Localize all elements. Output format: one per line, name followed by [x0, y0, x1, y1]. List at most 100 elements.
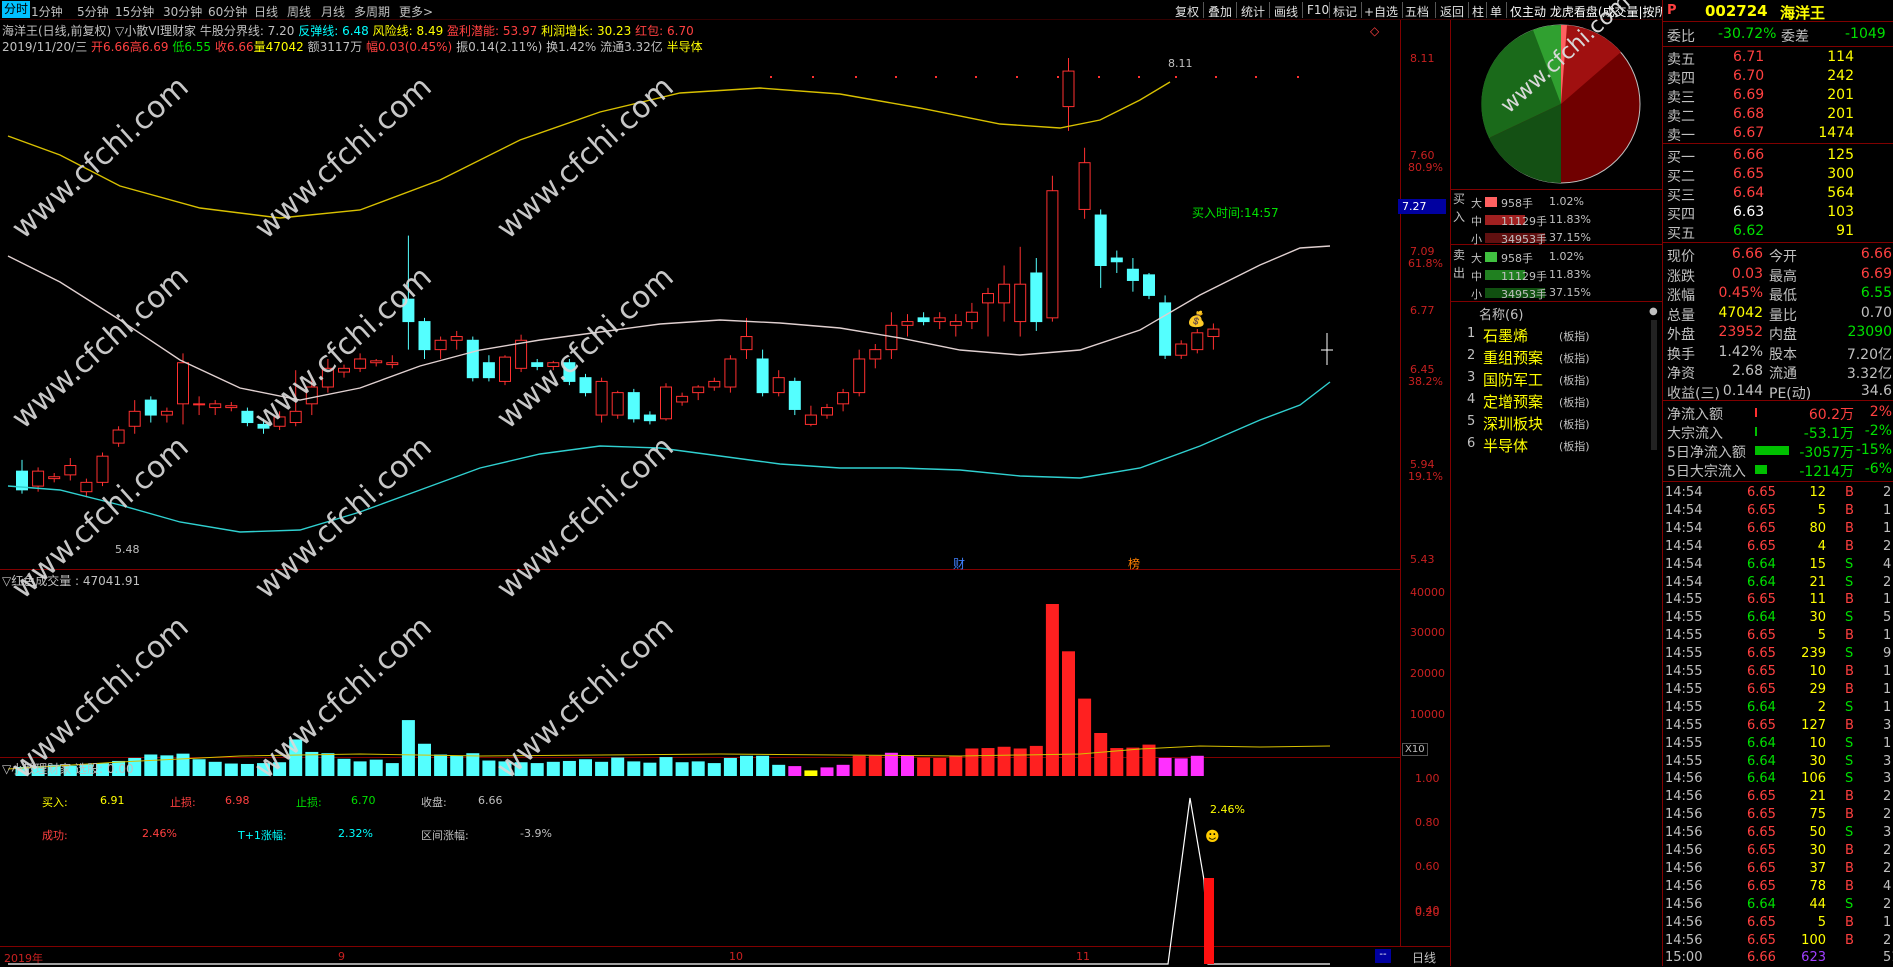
tick-time: 14:55 [1665, 753, 1703, 769]
tick-volume: 30 [1809, 610, 1826, 626]
volume-bar [852, 755, 866, 776]
stat-label: 量比 [1769, 307, 1797, 324]
weicha-label: 委差 [1781, 29, 1809, 45]
candle-body [144, 399, 157, 416]
tick-time: 14:55 [1665, 646, 1703, 662]
stat-label: 内盘 [1769, 327, 1797, 343]
tick-time: 14:55 [1665, 628, 1703, 644]
tab-fenshi[interactable]: 分时 [2, 1, 31, 18]
tab-weekly[interactable]: 周线 [287, 3, 311, 20]
ask-row[interactable]: 卖三 6.69 201 [1663, 86, 1893, 106]
tab-30min[interactable]: 30分钟 [163, 3, 202, 20]
indicator-signal-bar [1204, 878, 1214, 964]
stats-button[interactable]: 统计 [1241, 3, 1265, 20]
ask-row[interactable]: 卖一 6.67 1474 [1663, 124, 1893, 144]
overlay-button[interactable]: 叠加 [1208, 3, 1232, 20]
tick-volume: 5 [1817, 628, 1826, 644]
tab-60min[interactable]: 60分钟 [208, 3, 247, 20]
fund-flow-panel: www.cfchi.com 买入 卖出 大 958手 1.02% 中 11129手 11.… [1450, 0, 1663, 966]
f10-button[interactable]: F10 [1307, 3, 1329, 17]
period-label[interactable]: 日线 [1412, 949, 1436, 966]
tab-15min[interactable]: 15分钟 [115, 3, 154, 20]
candle-body [193, 403, 206, 406]
ask-row[interactable]: 卖四 6.70 242 [1663, 67, 1893, 87]
tick-volume: 239 [1801, 646, 1826, 662]
tick-row: 14:56 6.65 100 B 2 [1663, 932, 1893, 950]
concept-item[interactable]: 5 深圳板块 (板指) [1467, 413, 1647, 433]
weibi-value: -30.72% [1718, 26, 1777, 42]
concept-item[interactable]: 6 半导体 (板指) [1467, 435, 1647, 455]
tab-multi-period[interactable]: 多周期 [354, 3, 390, 20]
bid-price: 6.66 [1733, 147, 1765, 163]
fuquan-button[interactable]: 复权 [1175, 3, 1199, 20]
flow-size: 中 [1471, 215, 1482, 228]
tick-side: S [1845, 699, 1854, 715]
candle-body [724, 358, 737, 388]
bid-row[interactable]: 买四 6.63 103 [1663, 203, 1893, 223]
tick-count: 3 [1883, 753, 1892, 769]
volume-bar [1190, 755, 1204, 776]
concept-item[interactable]: 1 石墨烯 (板指) [1467, 325, 1647, 345]
finance-mark[interactable]: 财 [953, 555, 965, 572]
flow-size: 中 [1471, 270, 1482, 283]
five-level-button[interactable]: 五档 [1405, 3, 1429, 20]
bid-row[interactable]: 买一 6.66 125 [1663, 146, 1893, 166]
ask-price: 6.71 [1733, 49, 1765, 65]
candle-body [804, 414, 817, 425]
stat-value: 0.70 [1860, 304, 1892, 321]
bar-button[interactable]: 柱 [1472, 3, 1484, 20]
tick-count: 2 [1883, 932, 1892, 948]
volume-bar [562, 760, 576, 776]
stat-row: 收益(三) 0.144 PE(动) 34.6 [1663, 382, 1893, 402]
concept-item[interactable]: 4 定增预案 (板指) [1467, 391, 1647, 411]
bid-row[interactable]: 买五 6.62 91 [1663, 222, 1893, 242]
volume-bar [160, 755, 174, 776]
tab-1min[interactable]: 1分钟 [31, 3, 63, 20]
ask-row[interactable]: 卖二 6.68 201 [1663, 105, 1893, 125]
tick-count: 2 [1883, 807, 1892, 823]
price-tick: 6.77 [1410, 304, 1435, 317]
bid-row[interactable]: 买二 6.65 300 [1663, 165, 1893, 185]
add-watchlist-button[interactable]: +自选 [1364, 3, 1398, 20]
ask-row[interactable]: 卖五 6.71 114 [1663, 48, 1893, 68]
period-tab-bar: 分时 1分钟 5分钟 15分钟 30分钟 60分钟 日线 周线 月线 多周期 更… [0, 0, 1683, 20]
scroll-indicator[interactable]: -- [1375, 949, 1391, 963]
volume-bar [240, 763, 254, 776]
kline-chart-area[interactable]: 海洋王(日线,前复权) ▽小散VI理财家 牛股分界线: 7.20 反弹线: 6.… [0, 20, 1450, 966]
single-button[interactable]: 单 [1490, 3, 1502, 20]
back-button[interactable]: 返回 [1440, 3, 1464, 20]
draw-line-button[interactable]: 画线 [1274, 3, 1298, 20]
stat-value: 0.45% [1718, 285, 1763, 301]
ask-price: 6.68 [1733, 106, 1765, 122]
mark-button[interactable]: 标记 [1333, 3, 1357, 20]
candle-body [482, 362, 495, 379]
concept-item[interactable]: 3 国防军工 (板指) [1467, 369, 1647, 389]
tick-volume: 37 [1809, 860, 1826, 876]
candle-body [1030, 272, 1043, 323]
volume-bar [740, 755, 753, 776]
tick-price: 6.65 [1747, 592, 1776, 608]
volume-tick: 40000 [1410, 586, 1445, 599]
tick-side: B [1845, 860, 1854, 876]
flow-pct: 11.83% [1549, 213, 1591, 226]
volume-bar [1110, 748, 1124, 776]
tick-side: B [1845, 789, 1854, 805]
tick-row: 14:56 6.65 5 B 1 [1663, 914, 1893, 932]
concept-scrollbar[interactable] [1651, 320, 1657, 450]
tab-monthly[interactable]: 月线 [321, 3, 345, 20]
tick-row: 14:55 6.65 10 B 1 [1663, 663, 1893, 681]
tab-5min[interactable]: 5分钟 [77, 3, 109, 20]
flow-value: -53.1万 [1803, 426, 1854, 442]
volume-bar [1126, 747, 1140, 776]
bid-row[interactable]: 买三 6.64 564 [1663, 184, 1893, 204]
concept-item[interactable]: 2 重组预案 (板指) [1467, 347, 1647, 367]
rank-mark[interactable]: 榜 [1128, 555, 1140, 572]
tab-daily[interactable]: 日线 [254, 3, 278, 20]
candle-body [499, 356, 511, 382]
tab-more[interactable]: 更多> [399, 3, 433, 20]
diamond-icon[interactable]: ◇ [1370, 24, 1379, 38]
flow-indicator-bar [1755, 427, 1757, 436]
bid-price: 6.63 [1733, 204, 1765, 220]
stat-row: 换手 1.42% 股本 7.20亿 [1663, 343, 1893, 363]
stat-value: 0.144 [1722, 382, 1763, 399]
